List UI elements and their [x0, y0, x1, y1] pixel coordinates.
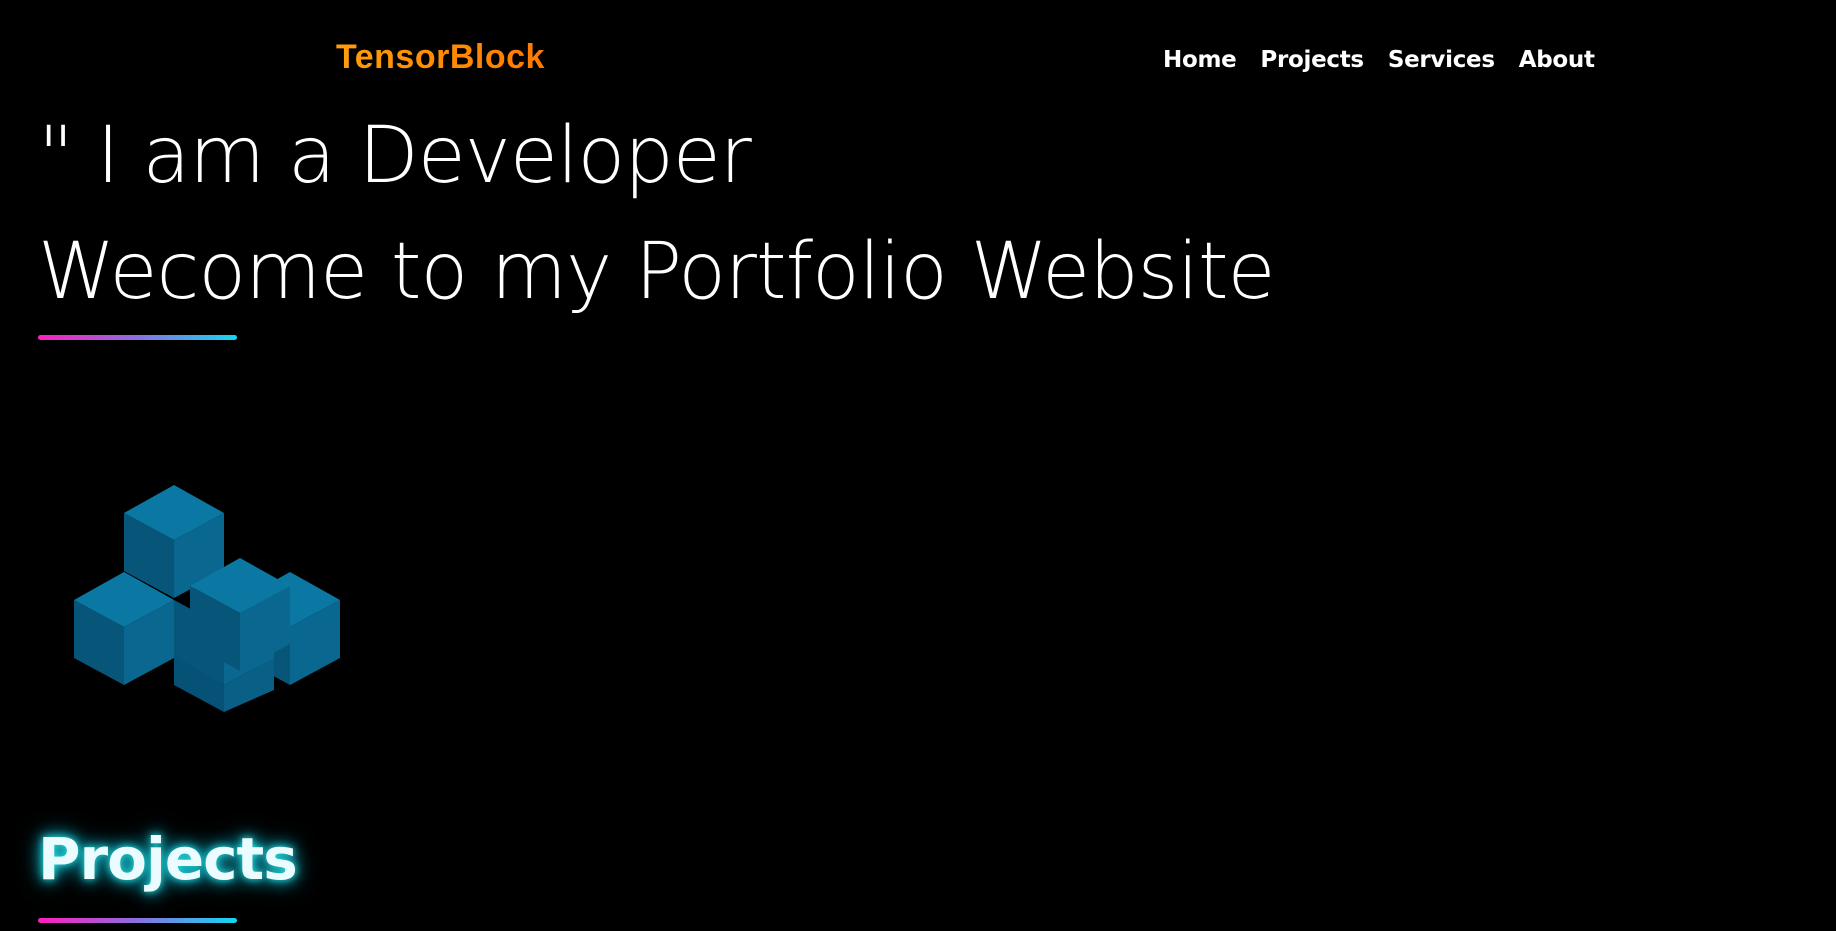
- nav-link-projects[interactable]: Projects: [1260, 47, 1364, 73]
- nav-link-home[interactable]: Home: [1163, 47, 1237, 73]
- isometric-blocks-icon: [74, 485, 340, 712]
- hero-line-developer: " I am a Developer: [38, 111, 752, 201]
- nav-link-about[interactable]: About: [1519, 47, 1595, 73]
- main-nav: Home Projects Services About: [1163, 47, 1595, 73]
- hero-line-welcome: Wecome to my Portfolio Website: [38, 227, 1276, 317]
- nav-link-services[interactable]: Services: [1388, 47, 1495, 73]
- brand-logo[interactable]: TensorBlock: [336, 38, 545, 77]
- projects-heading: Projects: [38, 825, 298, 893]
- projects-underline: [38, 918, 237, 923]
- portfolio-page: TensorBlock Home Projects Services About…: [0, 0, 1836, 931]
- hero-heading: " I am a Developer Wecome to my Portfoli…: [38, 98, 1276, 330]
- hero-underline: [38, 335, 237, 340]
